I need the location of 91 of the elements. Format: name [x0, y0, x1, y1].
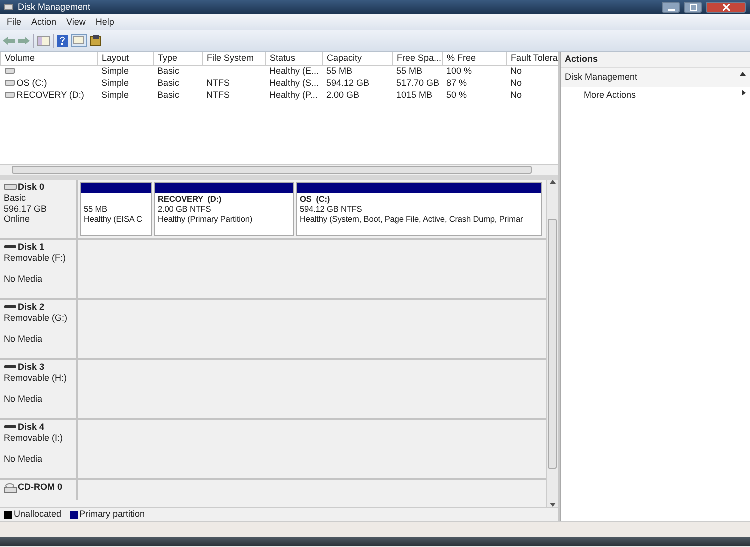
submenu-arrow-icon [742, 90, 746, 96]
table-cell: Healthy (P... [270, 90, 318, 100]
partition[interactable]: 55 MB Healthy (EISA C [80, 182, 152, 236]
drive-icon [4, 183, 17, 192]
column-header[interactable]: Type [154, 52, 202, 66]
column-header[interactable]: Capacity [322, 52, 392, 66]
scrollbar-thumb[interactable] [548, 218, 557, 468]
table-cell: RECOVERY (D:) [16, 90, 84, 100]
disk-info: Online [4, 214, 32, 226]
partition-name: RECOVERY (D:) [158, 195, 223, 205]
column-header[interactable]: Layout [98, 52, 154, 66]
table-cell: Simple [102, 78, 130, 88]
maximize-icon [690, 4, 696, 10]
section-title: Disk Management [565, 72, 638, 83]
action-item[interactable]: More Actions [561, 86, 750, 104]
close-icon [722, 4, 730, 10]
help-icon[interactable] [57, 34, 68, 46]
table-cell: Basic [158, 78, 180, 88]
window-title: Disk Management [18, 2, 92, 12]
partition-size: 55 MB [84, 204, 108, 215]
column-header[interactable]: % Free [442, 52, 506, 66]
menu-item[interactable]: View [62, 16, 90, 28]
minimize-button[interactable] [662, 2, 680, 12]
table-cell: NTFS [206, 90, 230, 100]
table-cell: Healthy (E... [270, 66, 320, 76]
drive-icon [4, 243, 17, 252]
table-cell: 1015 MB [396, 90, 433, 100]
partition-status: Healthy (System, Boot, Page File, Active, Crash Dump, Primar [300, 214, 524, 225]
legend-label: Primary partition [80, 509, 146, 520]
partition-name: OS (C:) [300, 195, 332, 205]
table-cell: Basic [158, 90, 180, 100]
disk-name: CD-ROM 0 [18, 482, 62, 493]
menu-item[interactable]: Action [28, 16, 61, 28]
action-label: More Actions [584, 90, 636, 100]
column-header[interactable]: File System [202, 52, 266, 66]
disk-info: No Media [4, 274, 44, 284]
table-cell: 55 MB [396, 66, 423, 76]
scrollbar-thumb[interactable] [12, 166, 532, 174]
disk-info: Removable (I:) [4, 432, 64, 444]
table-cell: 594.12 GB [326, 78, 370, 88]
disk-info: Basic [4, 192, 28, 204]
partition-size: 2.00 GB NTFS [158, 204, 212, 215]
partition[interactable]: RECOVERY (D:) 2.00 GB NTFS Healthy (Primary Partition) [154, 182, 294, 236]
app-icon [4, 2, 14, 12]
table-cell: Simple [102, 90, 130, 100]
close-button[interactable] [706, 2, 746, 12]
disk-name: Disk 1 [18, 242, 45, 253]
drive-icon [4, 303, 17, 312]
partition[interactable]: OS (C:) 594.12 GB NTFS Healthy (System, Boot, Page File, Active, Crash Dump, Primar [296, 182, 542, 236]
disk-info: No Media [4, 454, 44, 464]
legend-label: Unallocated [14, 509, 62, 520]
table-cell: 55 MB [326, 66, 353, 76]
menu-item[interactable]: Help [92, 16, 118, 28]
disk-info: Removable (H:) [4, 372, 68, 384]
actions-header: Actions [561, 52, 750, 68]
table-cell: Basic [158, 66, 180, 76]
partition-size: 594.12 GB NTFS [300, 204, 364, 215]
table-cell: No [510, 90, 522, 100]
disk-info: 596.17 GB [4, 204, 48, 214]
disc-drive-icon [4, 482, 17, 493]
table-cell: 517.70 GB [396, 78, 440, 88]
maximize-button[interactable] [684, 2, 702, 12]
disk-info: Removable (G:) [4, 312, 69, 324]
drive-icon [4, 363, 17, 372]
partition-status: Healthy (Primary Partition) [158, 214, 254, 225]
actions-section[interactable]: Disk Management [561, 68, 750, 87]
table-cell: Simple [102, 66, 130, 76]
disk-name: Disk 4 [18, 422, 45, 433]
disk-name: Disk 2 [18, 302, 45, 313]
table-cell: 100 % [446, 66, 472, 76]
column-header[interactable]: Status [266, 52, 322, 66]
disk-name: Disk 3 [18, 362, 45, 373]
collapse-icon [740, 72, 746, 76]
disk-name: Disk 0 [18, 182, 45, 193]
table-cell: Healthy (S... [270, 78, 320, 88]
table-cell: 2.00 GB [326, 90, 360, 100]
table-cell: NTFS [206, 78, 230, 88]
column-header[interactable]: Volume [0, 52, 98, 66]
menu-item[interactable]: File [3, 16, 26, 28]
disk-info: No Media [4, 394, 44, 404]
table-cell: 50 % [446, 90, 468, 100]
column-header[interactable]: Free Spa... [392, 52, 442, 66]
disk-info: Removable (F:) [4, 252, 68, 264]
table-cell: No [510, 66, 522, 76]
table-cell: 87 % [446, 78, 468, 88]
table-cell: No [510, 78, 522, 88]
disk-info: No Media [4, 334, 44, 344]
partition-status: Healthy (EISA C [84, 214, 144, 225]
drive-icon [4, 423, 17, 432]
table-cell: OS (C:) [16, 78, 48, 88]
panel-icon[interactable] [37, 36, 50, 46]
